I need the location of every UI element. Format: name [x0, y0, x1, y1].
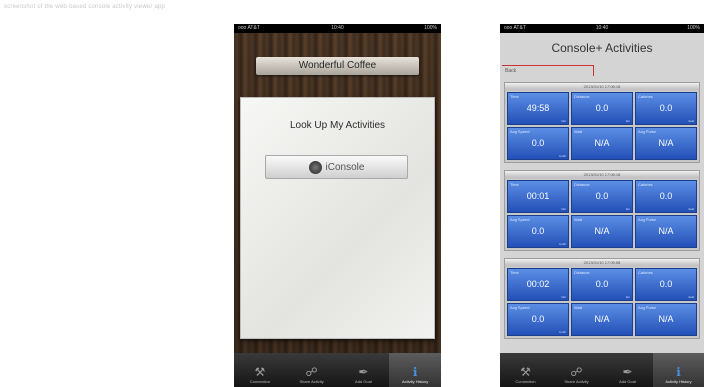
page-title: Console+ Activities [551, 41, 653, 55]
activities-body: Console+ Activities Back 2013/01/10 17:0… [500, 33, 704, 353]
tab-share-activity[interactable]: ☍ Share Activity [286, 353, 338, 387]
stat-time: Time 49:58 min [507, 92, 569, 125]
right-phone-screen: ooo AT&T 10:40 100% Console+ Activities … [500, 24, 704, 387]
stat-distance: Distance 0.0 km [571, 92, 633, 125]
tab-connection[interactable]: ⚒ Connection [500, 353, 551, 387]
tab-bar: ⚒ Connection ☍ Share Activity ✒ Add Goal… [500, 353, 704, 387]
tab-label: Share Activity [564, 379, 589, 384]
tab-label: Share Activity [299, 379, 324, 384]
paper-panel: Look Up My Activities iConsole [240, 97, 435, 339]
left-phone-screen: ooo AT&T 10:40 100% Wonderful Coffee Loo… [234, 24, 441, 387]
stat-watt: Watt N/A [571, 127, 633, 160]
status-bar: ooo AT&T 10:40 100% [500, 24, 704, 33]
iconsole-logo-icon [308, 160, 322, 174]
info-icon: ℹ [412, 365, 418, 379]
stat-avg-pulse: Avg Pulse N/A [635, 215, 697, 248]
link-icon: ☍ [305, 365, 318, 379]
activity-date: 2013/01/10 17:06:18 [505, 171, 699, 178]
battery-label: 100% [424, 25, 437, 31]
screenshot-caption: screenshot of the web-based console acti… [4, 4, 166, 10]
battery-label: 100% [687, 25, 700, 31]
tab-activity-history[interactable]: ℹ Activity History [389, 353, 441, 387]
stat-avg-speed: Avg Speed 0.0 km/h [507, 127, 569, 160]
paper-title: Look Up My Activities [289, 120, 386, 131]
stat-watt: Watt N/A [571, 303, 633, 336]
stat-avg-pulse: Avg Pulse N/A [635, 127, 697, 160]
tab-label: Connection [515, 379, 536, 384]
stat-calories: Calories 0.0 kcal [635, 268, 697, 301]
tab-label: Add Goal [355, 379, 372, 384]
tab-label: Connection [249, 379, 270, 384]
tab-bar: ⚒ Connection ☍ Share Activity ✒ Add Goal… [234, 353, 441, 387]
stat-avg-speed: Avg Speed 0.0 km/h [507, 303, 569, 336]
stat-time: Time 00:02 min [507, 268, 569, 301]
activity-date: 2013/01/10 17:05:58 [505, 259, 699, 266]
stat-calories: Calories 0.0 kcal [635, 92, 697, 125]
clock-label: 10:40 [331, 25, 344, 31]
status-bar: ooo AT&T 10:40 100% [234, 24, 441, 33]
stat-distance: Distance 0.0 km [571, 268, 633, 301]
activity-date: 2013/01/10 17:06:18 [505, 83, 699, 90]
tab-add-goal[interactable]: ✒ Add Goal [338, 353, 390, 387]
activity-card[interactable]: 2013/01/10 17:06:18 Time 49:58 min Distanc… [504, 82, 700, 163]
stat-avg-pulse: Avg Pulse N/A [635, 303, 697, 336]
wrench-icon: ✒ [622, 365, 633, 379]
tab-label: Activity History [665, 379, 692, 384]
stat-time: Time 00:01 min [507, 180, 569, 213]
iconsole-button-label: iConsole [325, 161, 365, 173]
tab-label: Activity History [402, 379, 429, 384]
activity-card[interactable]: 2013/01/10 17:05:58 Time 00:02 min Distanc… [504, 258, 700, 339]
stat-calories: Calories 0.0 kcal [635, 180, 697, 213]
clock-label: 10:40 [595, 25, 609, 31]
wrench-icon: ✒ [358, 365, 369, 379]
tab-share-activity[interactable]: ☍ Share Activity [551, 353, 602, 387]
dumbbell-icon: ⚒ [254, 365, 266, 379]
activity-card[interactable]: 2013/01/10 17:06:18 Time 00:01 min Distanc… [504, 170, 700, 251]
stat-distance: Distance 0.0 km [571, 180, 633, 213]
tab-add-goal[interactable]: ✒ Add Goal [602, 353, 653, 387]
link-icon: ☍ [570, 365, 583, 379]
iconsole-button[interactable]: iConsole [265, 155, 408, 179]
stat-watt: Watt N/A [571, 215, 633, 248]
dumbbell-icon: ⚒ [520, 365, 531, 379]
stat-avg-speed: Avg Speed 0.0 km/h [507, 215, 569, 248]
info-icon: ℹ [676, 365, 681, 379]
tab-label: Add Goal [619, 379, 636, 384]
tab-activity-history[interactable]: ℹ Activity History [653, 353, 704, 387]
app-banner: Wonderful Coffee [256, 57, 419, 75]
tab-connection[interactable]: ⚒ Connection [234, 353, 286, 387]
back-button[interactable]: Back [502, 65, 594, 76]
